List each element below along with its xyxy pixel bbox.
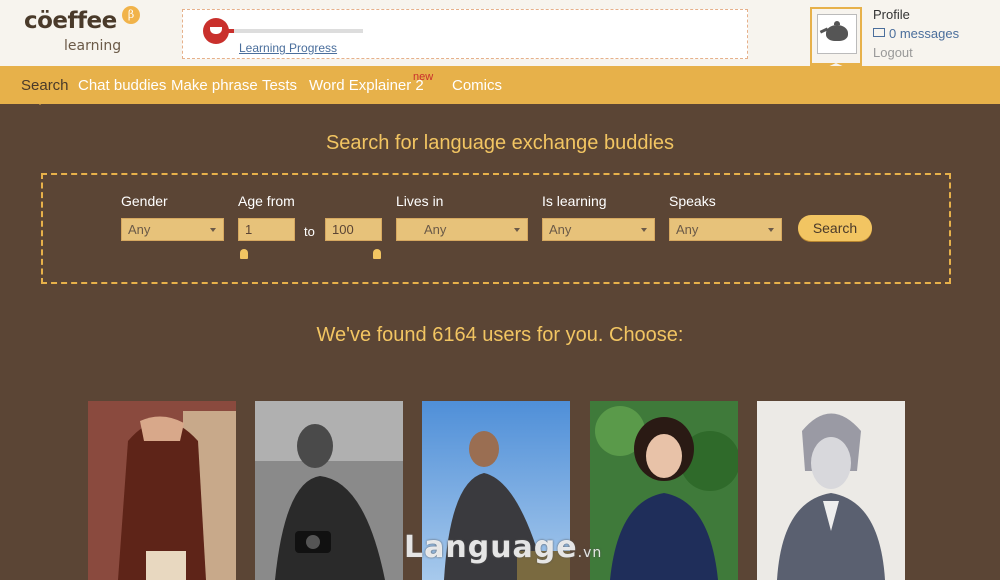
- chevron-down-icon: [768, 228, 774, 232]
- lives-in-select[interactable]: Any: [396, 218, 528, 241]
- chevron-down-icon: [210, 228, 216, 232]
- avatar-image: [817, 14, 857, 54]
- age-to-input[interactable]: [325, 218, 382, 241]
- watermark-suffix: .vn: [577, 545, 603, 561]
- learning-select[interactable]: Any: [542, 218, 655, 241]
- user-card[interactable]: [757, 401, 905, 580]
- user-card[interactable]: [590, 401, 738, 580]
- learning-label: Is learning: [542, 193, 607, 209]
- nav-make-phrase[interactable]: Make phrase: [171, 77, 258, 94]
- search-title: Search for language exchange buddies: [325, 132, 675, 154]
- user-card[interactable]: [88, 401, 236, 580]
- logo-subtitle: learning: [64, 38, 122, 54]
- gender-label: Gender: [121, 193, 168, 209]
- chevron-down-icon: [514, 228, 520, 232]
- logout-link[interactable]: Logout: [873, 43, 959, 62]
- gender-value: Any: [128, 222, 151, 237]
- active-tab-caret: [34, 99, 46, 105]
- main-nav: Search Chat buddies Make phrase Tests Wo…: [0, 66, 1000, 104]
- user-photo: [255, 401, 403, 580]
- user-photo: [757, 401, 905, 580]
- nav-word-explainer-label: Word Explainer 2: [309, 77, 424, 94]
- header: cöeffee learning β Learning Progress Pro…: [0, 0, 1000, 75]
- age-max-slider-handle[interactable]: [373, 249, 381, 259]
- avatar[interactable]: [810, 7, 862, 75]
- speaks-label: Speaks: [669, 193, 716, 209]
- user-photo: [88, 401, 236, 580]
- age-from-input[interactable]: [238, 218, 295, 241]
- progress-bar: [227, 29, 363, 33]
- nav-search[interactable]: Search: [21, 77, 69, 94]
- nav-chat-buddies[interactable]: Chat buddies: [78, 77, 166, 94]
- watermark: Language.vn: [404, 530, 602, 565]
- age-to-label: to: [304, 224, 315, 239]
- progress-bar-fill: [227, 29, 234, 33]
- profile-menu: Profile 0 messages Logout: [873, 5, 959, 62]
- nav-word-explainer[interactable]: Word Explainer 2 new: [309, 71, 433, 94]
- speaks-value: Any: [676, 222, 699, 237]
- learning-progress-panel: Learning Progress: [182, 9, 748, 59]
- logo[interactable]: cöeffee learning β: [20, 6, 140, 58]
- nav-comics[interactable]: Comics: [452, 77, 502, 94]
- new-badge: new: [413, 71, 434, 83]
- teapot-icon: [826, 21, 848, 41]
- results-title: We've found 6164 users for you. Choose:: [316, 324, 684, 346]
- search-button[interactable]: Search: [798, 215, 872, 241]
- logo-title: cöeffee: [24, 8, 117, 34]
- watermark-text: Language: [404, 530, 578, 565]
- user-card[interactable]: [255, 401, 403, 580]
- learning-progress-link[interactable]: Learning Progress: [239, 41, 337, 55]
- lives-in-label: Lives in: [396, 193, 444, 209]
- coffee-cup-icon: [203, 18, 229, 44]
- learning-value: Any: [549, 222, 572, 237]
- messages-link[interactable]: 0 messages: [873, 24, 959, 43]
- gender-select[interactable]: Any: [121, 218, 224, 241]
- envelope-icon: [873, 28, 885, 37]
- chevron-down-icon: [641, 228, 647, 232]
- speaks-select[interactable]: Any: [669, 218, 782, 241]
- nav-tests[interactable]: Tests: [262, 77, 297, 94]
- beta-badge: β: [122, 6, 140, 24]
- lives-in-value: Any: [424, 222, 447, 237]
- age-min-slider-handle[interactable]: [240, 249, 248, 259]
- profile-link[interactable]: Profile: [873, 5, 959, 24]
- age-from-label: Age from: [238, 193, 295, 209]
- user-photo: [590, 401, 738, 580]
- messages-label: 0 messages: [889, 26, 960, 41]
